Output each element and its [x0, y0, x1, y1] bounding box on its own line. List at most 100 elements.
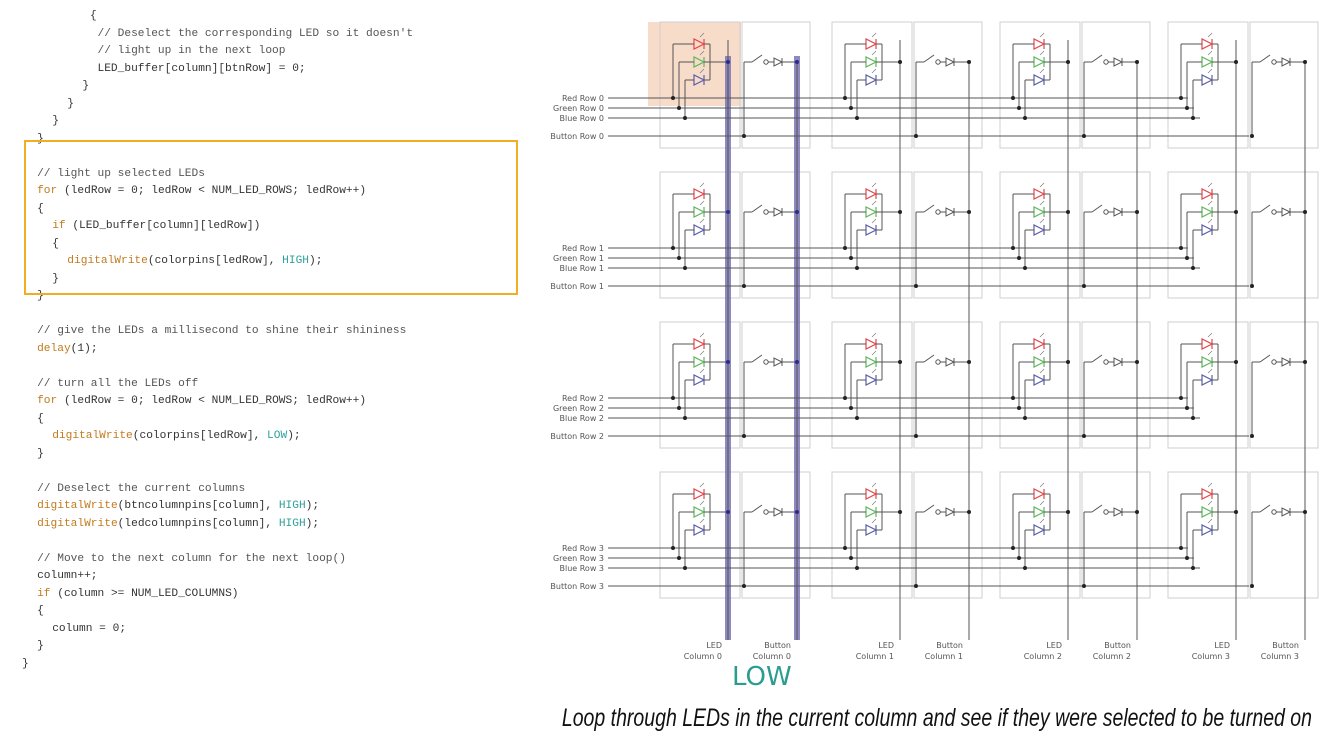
junction-dot [967, 510, 971, 514]
button-cell-frame [913, 21, 983, 149]
code-token: } [52, 115, 59, 127]
red-led-ray [1207, 182, 1213, 188]
blue-led-ray [699, 368, 705, 374]
button-column-label: Button [764, 641, 791, 650]
switch-contact [763, 59, 769, 65]
button-cell-frame [1249, 21, 1319, 149]
junction-dot [855, 566, 859, 570]
code-token: { [89, 10, 97, 22]
green-led [1201, 56, 1214, 68]
button-diode [1281, 357, 1292, 367]
green-led-ray [1039, 200, 1045, 206]
junction-dot [1135, 360, 1139, 364]
green-led-ray [871, 500, 877, 506]
code-token: { [37, 605, 44, 617]
junction-dot [1179, 546, 1183, 550]
code-line: LED_buffer[column][btnRow] = 0; [98, 61, 306, 78]
button-diode [1113, 507, 1124, 517]
blue-led-ray [871, 68, 877, 74]
junction-dot [855, 266, 859, 270]
code-token: } [37, 640, 44, 652]
button-column-label: Column 1 [925, 652, 963, 661]
blue-led [865, 74, 878, 86]
red-led-ray [1207, 32, 1213, 38]
blue-led [865, 374, 878, 386]
green-led [1201, 206, 1214, 218]
blue-led [693, 224, 706, 236]
blue-led [693, 374, 706, 386]
code-line: // Move to the next column for the next … [37, 551, 346, 568]
green-led [693, 206, 706, 218]
code-line: column++; [37, 568, 97, 585]
switch-arm [1091, 54, 1103, 63]
code-token: // Deselect the current columns [37, 482, 246, 495]
junction-dot [849, 106, 853, 110]
code-token: digitalWrite [52, 430, 133, 442]
blue-led-ray [1039, 368, 1045, 374]
button-cell-frame [1081, 171, 1151, 299]
junction-dot [1066, 210, 1070, 214]
junction-dot [726, 360, 730, 364]
button-diode [773, 57, 784, 67]
code-token: } [22, 657, 29, 670]
junction-dot [1082, 584, 1086, 588]
switch-contact [1103, 509, 1109, 515]
green-led [1033, 356, 1046, 368]
blue-led [1201, 374, 1214, 386]
button-diode [945, 507, 956, 517]
blue-led [1201, 524, 1214, 536]
green-row-label: Green Row 3 [553, 554, 604, 563]
switch-arm [751, 204, 763, 213]
code-line: for (ledRow = 0; ledRow < NUM_LED_ROWS; … [37, 393, 366, 410]
code-token: LOW [267, 430, 288, 442]
red-led-ray [871, 482, 877, 488]
junction-dot [1185, 106, 1189, 110]
blue-led-ray [871, 518, 877, 524]
red-led-ray [1039, 32, 1045, 38]
button-cell-frame [1081, 21, 1151, 149]
code-token: column++; [37, 570, 98, 582]
green-led-ray [1207, 50, 1213, 56]
blue-row-label: Blue Row 1 [559, 264, 604, 273]
code-line: { [90, 8, 97, 25]
code-line: // turn all the LEDs off [37, 376, 198, 393]
switch-contact [935, 359, 941, 365]
code-token: } [67, 97, 75, 110]
switch-arm [923, 354, 935, 363]
button-cell-frame [913, 171, 983, 299]
button-cell-frame [1249, 471, 1319, 599]
junction-dot [1011, 96, 1015, 100]
button-diode [1281, 507, 1292, 517]
button-cell-frame [913, 321, 983, 449]
red-led-ray [871, 32, 877, 38]
code-token: (ledRow = 0; ledRow < NUM_LED_ROWS; ledR… [57, 395, 367, 407]
code-line: digitalWrite(btncolumnpins[column], HIGH… [37, 498, 319, 515]
junction-dot [795, 510, 799, 514]
junction-dot [1023, 266, 1027, 270]
blue-row-label: Blue Row 3 [559, 564, 604, 573]
green-led [1201, 356, 1214, 368]
green-led-ray [1207, 200, 1213, 206]
red-led-ray [871, 182, 877, 188]
blue-row-label: Blue Row 2 [559, 414, 604, 423]
green-led-ray [699, 350, 705, 356]
junction-dot [1303, 210, 1307, 214]
junction-dot [742, 284, 746, 288]
junction-dot [1135, 210, 1139, 214]
green-led [1033, 56, 1046, 68]
junction-dot [1234, 360, 1238, 364]
code-line: { [37, 603, 44, 620]
blue-led-ray [1207, 68, 1213, 74]
blue-led-ray [1207, 218, 1213, 224]
blue-led-ray [1039, 68, 1045, 74]
switch-arm [1259, 204, 1271, 213]
junction-dot [671, 396, 675, 400]
green-led [1033, 506, 1046, 518]
code-line: // light up in the next loop [98, 43, 286, 60]
junction-dot [1185, 556, 1189, 560]
code-token: (btncolumnpins[column], [117, 500, 279, 512]
switch-arm [923, 504, 935, 513]
junction-dot [1191, 566, 1195, 570]
junction-dot [1082, 134, 1086, 138]
led-column-label: Column 2 [1024, 652, 1062, 661]
